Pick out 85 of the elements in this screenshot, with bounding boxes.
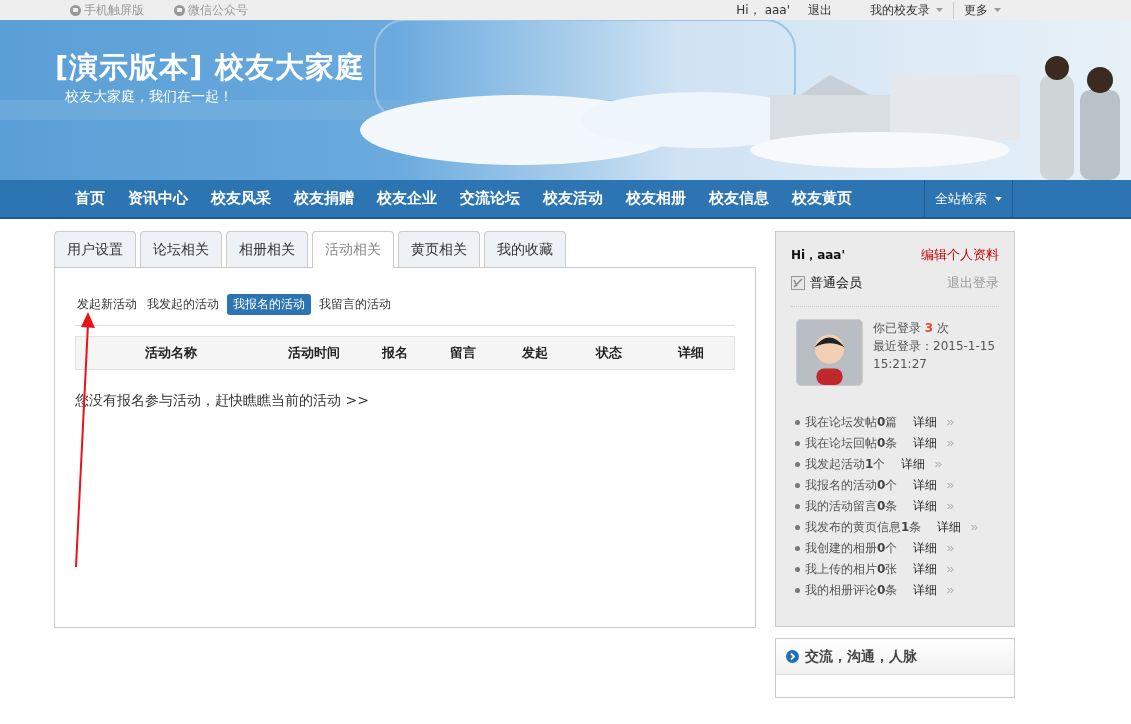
column-header: 活动名称 — [144, 344, 198, 362]
section-title: 交流，沟通，人脉 — [805, 647, 917, 666]
detail-link[interactable]: 详细 — [913, 435, 938, 452]
bullet-icon — [795, 567, 800, 572]
site-slogan: 校友大家庭，我们在一起！ — [65, 88, 233, 106]
bullet-icon — [795, 420, 800, 425]
phone-icon — [70, 4, 81, 16]
column-header: 活动时间 — [286, 344, 341, 362]
nav-item[interactable]: 资讯中心 — [128, 189, 188, 208]
stat-text: 我上传的相片0张 — [805, 561, 898, 578]
nav-item[interactable]: 校友活动 — [543, 189, 603, 208]
detail-link[interactable]: 详细 — [913, 561, 938, 578]
detail-link[interactable]: 详细 — [913, 498, 938, 515]
sub-tab[interactable]: 我报名的活动 — [227, 294, 311, 315]
detail-link[interactable]: 详细 — [913, 582, 938, 599]
dropdown-menu[interactable]: 我的校友录 — [860, 1, 954, 19]
nav-item[interactable]: 校友风采 — [211, 189, 271, 208]
user-name: aaa' — [764, 3, 790, 17]
tab[interactable]: 用户设置 — [54, 231, 136, 267]
bullet-icon — [795, 546, 800, 551]
chevron-icon — [947, 545, 955, 552]
stat-text: 我创建的相册0个 — [805, 540, 898, 557]
stat-text: 我在论坛回帖0条 — [805, 435, 898, 452]
chevron-icon — [947, 482, 955, 489]
bullet-icon — [795, 441, 800, 446]
column-header: 发起 — [521, 344, 549, 362]
detail-link[interactable]: 详细 — [913, 477, 938, 494]
nav-item[interactable]: 校友信息 — [709, 189, 769, 208]
nav-item[interactable]: 校友相册 — [626, 189, 686, 208]
chevron-icon — [935, 461, 943, 468]
greeting-text: Hi， — [736, 1, 761, 19]
detail-link[interactable]: 详细 — [913, 540, 938, 557]
stat-text: 我报名的活动0个 — [805, 477, 898, 494]
detail-link[interactable]: 详细 — [901, 456, 926, 473]
chevron-icon — [947, 419, 955, 426]
sub-tab[interactable]: 我发起的活动 — [145, 294, 221, 315]
tab[interactable]: 论坛相关 — [140, 231, 222, 267]
detail-link[interactable]: 详细 — [913, 414, 938, 431]
chevron-icon — [947, 587, 955, 594]
bullet-icon — [795, 525, 800, 530]
sub-tab[interactable]: 我留言的活动 — [317, 294, 393, 315]
column-header: 详细 — [676, 344, 705, 362]
stat-text: 我的活动留言0条 — [805, 498, 898, 515]
chevron-icon — [947, 566, 955, 573]
stat-text: 我发起活动1个 — [805, 456, 886, 473]
nav-item[interactable]: 校友企业 — [377, 189, 437, 208]
tab[interactable]: 黄页相关 — [398, 231, 480, 267]
greeting-text: Hi，aaa' — [791, 246, 846, 264]
stat-text: 我发布的黄页信息1条 — [805, 519, 922, 536]
caret-icon — [936, 8, 943, 12]
column-header: 状态 — [594, 344, 623, 362]
nav-item[interactable]: 首页 — [75, 189, 105, 208]
sub-tab[interactable]: 发起新活动 — [75, 294, 139, 315]
column-header: 报名 — [380, 344, 409, 362]
avatar-icon — [796, 319, 863, 386]
bullet-icon — [795, 504, 800, 509]
badge-icon — [791, 276, 805, 290]
login-count-text: 你已登录 3 次 — [873, 320, 950, 337]
site-title: [演示版本] 校友大家庭 — [55, 50, 366, 84]
chevron-icon — [971, 524, 979, 531]
logout-link[interactable]: 退出 — [808, 1, 832, 19]
nav-item[interactable]: 校友黄页 — [792, 189, 852, 208]
dropdown-menu[interactable]: 更多 — [954, 1, 1011, 19]
stat-text: 我的相册评论0条 — [805, 582, 898, 599]
caret-icon — [995, 196, 1002, 201]
stat-text: 我在论坛发帖0篇 — [805, 414, 898, 431]
edit-profile-link[interactable]: 编辑个人资料 — [921, 246, 999, 264]
chevron-icon — [786, 650, 799, 663]
search-menu[interactable]: 全站检索 — [924, 180, 1013, 217]
bullet-icon — [795, 588, 800, 593]
nav-item[interactable]: 校友捐赠 — [294, 189, 354, 208]
last-login-text: 最近登录：2015-1-15 15:21:27 — [873, 338, 997, 373]
bullet-icon — [795, 483, 800, 488]
tab[interactable]: 我的收藏 — [484, 231, 566, 267]
chat-icon — [174, 4, 185, 16]
column-header: 留言 — [449, 344, 477, 362]
bullet-icon — [795, 462, 800, 467]
chevron-icon — [947, 503, 955, 510]
tab[interactable]: 相册相关 — [226, 231, 308, 267]
caret-icon — [994, 8, 1001, 12]
nav-item[interactable]: 交流论坛 — [460, 189, 520, 208]
tab[interactable]: 活动相关 — [312, 231, 394, 268]
chevron-icon — [947, 440, 955, 447]
member-level: 普通会员 — [810, 274, 862, 292]
detail-link[interactable]: 详细 — [937, 519, 962, 536]
